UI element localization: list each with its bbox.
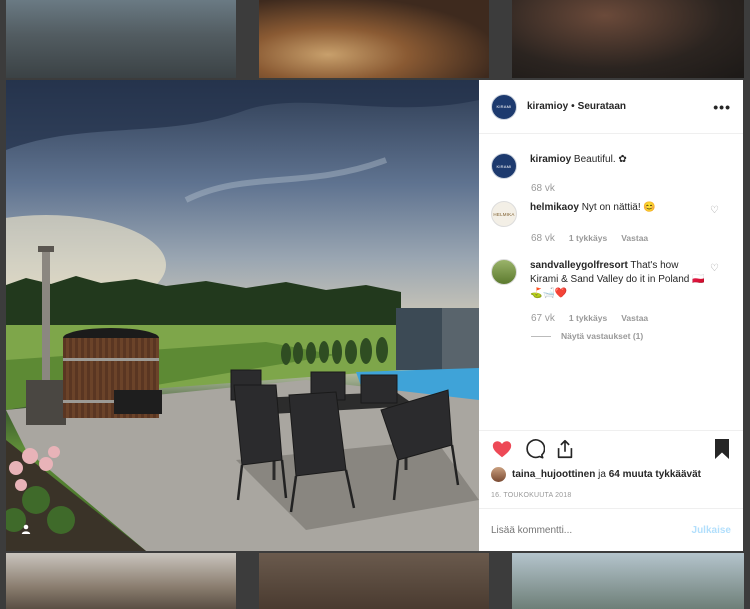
reply-button[interactable]: Vastaa (621, 313, 648, 324)
more-icon[interactable]: ••• (713, 99, 731, 115)
commenter-avatar[interactable] (491, 259, 517, 285)
user-tag-icon[interactable] (20, 523, 36, 539)
comment-like-heart-icon[interactable]: ♡ (710, 205, 719, 216)
avatar-logo-text: KIRAMI (496, 104, 512, 109)
comments-list: KIRAMI kiramioy Beautiful. ✿ 68 vk HELMI… (479, 135, 743, 427)
comment-input[interactable] (491, 524, 671, 536)
comment-like-heart-icon[interactable]: ♡ (710, 263, 719, 274)
comment-item: sandvalleygolfresort That's how Kirami &… (491, 259, 731, 324)
author-username[interactable]: kiramioy • Seurataan (527, 101, 626, 112)
view-replies-label[interactable]: Näytä vastaukset (1) (561, 331, 643, 341)
comment-body: sandvalleygolfresort That's how Kirami &… (530, 259, 706, 301)
comment-likes[interactable]: 1 tykkäys (569, 233, 607, 244)
post-actions: taina_hujoottinen ja 64 muuta tykkäävät … (479, 430, 743, 499)
comment-time[interactable]: 68 vk (531, 233, 555, 244)
comment-likes[interactable]: 1 tykkäys (569, 313, 607, 324)
author-avatar[interactable]: KIRAMI (491, 93, 517, 120)
action-icons (491, 438, 731, 462)
follow-status-button[interactable]: Seurataan (578, 101, 626, 112)
author-username-text[interactable]: kiramioy (527, 101, 568, 112)
comment-item: HELMIKA helmikaoy Nyt on nättiä! 😊 68 vk… (491, 201, 731, 244)
comment-meta: 67 vk 1 tykkäys Vastaa (531, 313, 731, 324)
grid-thumbnail-interior[interactable] (259, 553, 489, 609)
comment-meta: 68 vk (531, 183, 731, 194)
grid-thumbnail-grill[interactable] (512, 0, 744, 78)
add-comment-bar: Julkaise (479, 508, 743, 551)
comment-time[interactable]: 67 vk (531, 313, 555, 324)
grid-thumbnail-house[interactable] (6, 553, 236, 609)
grid-thumbnail-food-plate[interactable] (259, 0, 489, 78)
commenter-avatar[interactable]: KIRAMI (491, 153, 517, 179)
commenter-avatar[interactable]: HELMIKA (491, 201, 517, 227)
comment-username[interactable]: helmikaoy (530, 202, 579, 213)
replies-divider (531, 335, 551, 337)
post-photo[interactable] (6, 80, 479, 551)
comment-username[interactable]: sandvalleygolfresort (530, 260, 628, 271)
heart-icon[interactable] (491, 438, 513, 460)
comment-text: Nyt on nättiä! 😊 (581, 202, 656, 213)
liker-avatar[interactable] (491, 467, 506, 482)
comment-meta: 68 vk 1 tykkäys Vastaa (531, 233, 731, 244)
likes-summary: taina_hujoottinen ja 64 muuta tykkäävät (491, 467, 701, 482)
avatar-logo-text: KIRAMI (496, 163, 512, 169)
reply-button[interactable]: Vastaa (621, 233, 648, 244)
post-header: KIRAMI kiramioy • Seurataan ••• (479, 80, 743, 134)
post-date[interactable]: 16. TOUKOKUUTA 2018 (491, 492, 571, 499)
grid-thumbnail-sauna[interactable] (512, 553, 744, 609)
view-replies-button[interactable]: Näytä vastaukset (1) (531, 331, 643, 341)
comment-time[interactable]: 68 vk (531, 183, 555, 194)
comment-icon[interactable] (523, 438, 545, 460)
share-icon[interactable] (554, 438, 576, 460)
liker-username[interactable]: taina_hujoottinen (512, 469, 595, 480)
post-photo-illustration (6, 80, 479, 551)
grid-thumbnail-hot-tub-deck[interactable] (6, 0, 236, 78)
likes-connector: ja (595, 469, 609, 480)
header-separator: • (571, 101, 575, 112)
likes-count[interactable]: 64 muuta tykkäävät (609, 469, 701, 480)
post-comment-button[interactable]: Julkaise (692, 525, 731, 536)
post-side-panel: KIRAMI kiramioy • Seurataan ••• KIRAMI kir… (479, 80, 743, 551)
comment-text: Beautiful. ✿ (573, 154, 627, 165)
comment-username[interactable]: kiramioy (530, 154, 571, 165)
avatar-logo-text: HELMIKA (493, 211, 515, 217)
caption-comment: KIRAMI kiramioy Beautiful. ✿ 68 vk (491, 153, 731, 194)
comment-body: helmikaoy Nyt on nättiä! 😊 (530, 201, 706, 215)
comment-body: kiramioy Beautiful. ✿ (530, 153, 706, 167)
bookmark-icon[interactable] (713, 438, 731, 460)
